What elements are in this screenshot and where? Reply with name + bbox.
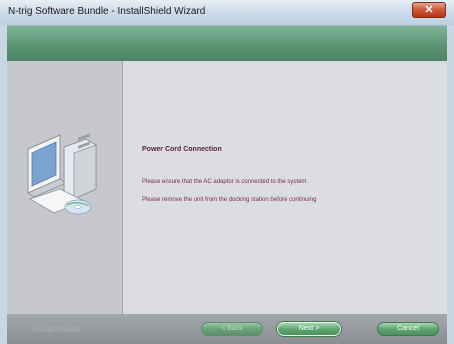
wizard-sidebar (7, 61, 123, 314)
wizard-content: Power Cord Connection Please ensure that… (123, 61, 447, 314)
instruction-text-2: Please remove the unit from the docking … (142, 197, 317, 203)
installshield-brand: InstallShield (33, 325, 81, 334)
close-icon: ✕ (424, 4, 434, 16)
close-button[interactable]: ✕ (412, 2, 446, 18)
installer-window: N-trig Software Bundle - InstallShield W… (0, 0, 454, 344)
back-button[interactable]: < Back (201, 322, 263, 336)
header-banner (7, 26, 447, 61)
title-bar[interactable]: N-trig Software Bundle - InstallShield W… (0, 0, 454, 26)
window-frame-left (0, 25, 7, 344)
computer-icon (27, 133, 97, 215)
window-title: N-trig Software Bundle - InstallShield W… (8, 6, 206, 17)
instruction-text-1: Please ensure that the AC adaptor is con… (142, 179, 309, 185)
window-frame-right (447, 25, 454, 344)
next-button[interactable]: Next > (277, 322, 341, 336)
wizard-footer: InstallShield < Back Next > Cancel (7, 314, 447, 344)
cancel-button[interactable]: Cancel (377, 322, 439, 336)
page-heading: Power Cord Connection (142, 146, 222, 153)
